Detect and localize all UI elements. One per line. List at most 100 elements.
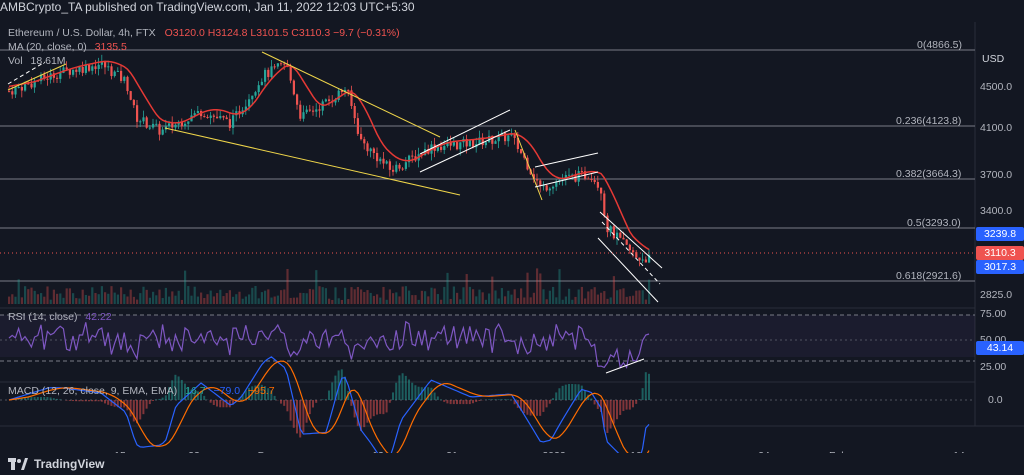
candle xyxy=(392,165,395,176)
candle xyxy=(200,109,203,120)
volume-bar xyxy=(635,290,638,304)
ohlc-values: O3120.0 H3124.8 L3101.5 C3110.3 −9.7 (−0… xyxy=(164,27,400,39)
candle xyxy=(462,136,465,148)
candle xyxy=(612,225,615,240)
volume-bar xyxy=(555,297,558,304)
macd-bar xyxy=(139,400,142,420)
candle xyxy=(203,113,206,118)
volume-bar xyxy=(513,289,516,304)
volume-bar xyxy=(590,289,593,304)
volume-bar xyxy=(382,286,385,304)
macd-bar xyxy=(155,399,158,400)
rsi-value: 42.22 xyxy=(85,311,112,323)
volume-bar xyxy=(33,290,36,304)
volume-bar xyxy=(30,287,33,304)
candle xyxy=(228,113,231,131)
footer-brand[interactable]: TradingView xyxy=(0,453,1024,475)
currency-label[interactable]: USD xyxy=(982,53,1004,65)
macd-bar xyxy=(299,400,302,438)
macd-bar xyxy=(580,385,583,400)
volume-bar xyxy=(318,286,321,304)
macd-bar xyxy=(366,400,369,423)
macd-bar xyxy=(376,400,378,415)
candle xyxy=(548,187,551,196)
macd-bar xyxy=(94,400,97,402)
volume-bar xyxy=(129,289,132,304)
volume-bar xyxy=(244,296,247,304)
ma-legend[interactable]: MA (20, close, 0) 3135.5 xyxy=(8,41,127,53)
candle xyxy=(456,140,459,151)
candle xyxy=(158,121,161,141)
candle xyxy=(206,114,209,119)
macd-legend[interactable]: MACD (12, 26, close, 9, EMA, EMA) 16.7 −… xyxy=(8,385,275,397)
volume-bar xyxy=(369,292,372,304)
candle xyxy=(536,173,539,186)
candle xyxy=(520,148,523,155)
volume-bar xyxy=(27,289,30,304)
macd-bar xyxy=(56,398,58,400)
volume-bar xyxy=(296,297,299,304)
volume-bar xyxy=(232,296,235,304)
volume-bar xyxy=(216,293,219,304)
volume-bar xyxy=(376,294,379,304)
candle xyxy=(302,105,305,122)
macd-bar xyxy=(219,400,222,408)
volume-bar xyxy=(580,286,583,304)
volume-bar xyxy=(446,272,449,304)
volume-bar xyxy=(104,292,107,304)
candle xyxy=(603,190,606,218)
candle xyxy=(593,175,596,185)
candlesticks[interactable] xyxy=(8,54,651,267)
macd-bar xyxy=(46,397,49,400)
volume-bar xyxy=(174,295,177,304)
volume-bar xyxy=(260,292,263,304)
candle xyxy=(184,121,187,130)
macd-bar xyxy=(558,388,561,400)
volume-bar xyxy=(344,287,347,304)
volume-bar xyxy=(59,293,62,304)
volume-bar xyxy=(593,287,596,304)
candle xyxy=(14,86,17,99)
macd-bar xyxy=(648,373,650,400)
candle xyxy=(120,65,123,84)
macd-bar xyxy=(91,400,94,402)
symbol-legend[interactable]: Ethereum / U.S. Dollar, 4h, FTX O3120.0 … xyxy=(8,27,400,39)
volume-bars xyxy=(8,268,651,304)
candle xyxy=(558,179,561,185)
fib-label-0382: 0.382(3664.3) xyxy=(896,168,962,180)
volume-bar xyxy=(312,289,315,304)
chart-area[interactable]: Ethereum / U.S. Dollar, 4h, FTX O3120.0 … xyxy=(0,22,1024,462)
candle xyxy=(382,152,385,169)
macd-bar xyxy=(404,375,407,400)
volume-bar xyxy=(600,292,603,304)
volume-bar xyxy=(475,296,478,304)
candle xyxy=(385,160,388,165)
volume-bar xyxy=(206,294,209,304)
volume-bar xyxy=(372,295,375,304)
volume-bar xyxy=(228,290,231,304)
candle xyxy=(321,99,324,116)
macd-bar xyxy=(49,397,52,400)
candle xyxy=(379,156,382,165)
candle xyxy=(401,167,404,171)
publish-note: AMBCrypto_TA published on TradingView.co… xyxy=(0,0,415,14)
rsi-legend[interactable]: RSI (14, close) 42.22 xyxy=(8,311,112,323)
volume-bar xyxy=(212,296,215,304)
candle xyxy=(110,63,113,80)
macd-bar xyxy=(619,400,622,415)
macd-bar xyxy=(152,400,154,401)
volume-bar xyxy=(94,293,97,304)
volume-bar xyxy=(337,298,340,304)
volume-bar xyxy=(107,293,110,304)
vol-legend[interactable]: Vol 18.61M xyxy=(8,55,66,67)
fib-label-0236: 0.236(4123.8) xyxy=(896,115,962,127)
volume-bar xyxy=(43,296,46,304)
candle xyxy=(97,57,100,76)
candle xyxy=(318,104,321,118)
candle xyxy=(568,168,571,176)
volume-bar xyxy=(75,298,78,304)
candle xyxy=(376,147,379,168)
candle xyxy=(260,78,263,86)
volume-bar xyxy=(283,289,286,304)
macd-bar xyxy=(446,400,449,404)
